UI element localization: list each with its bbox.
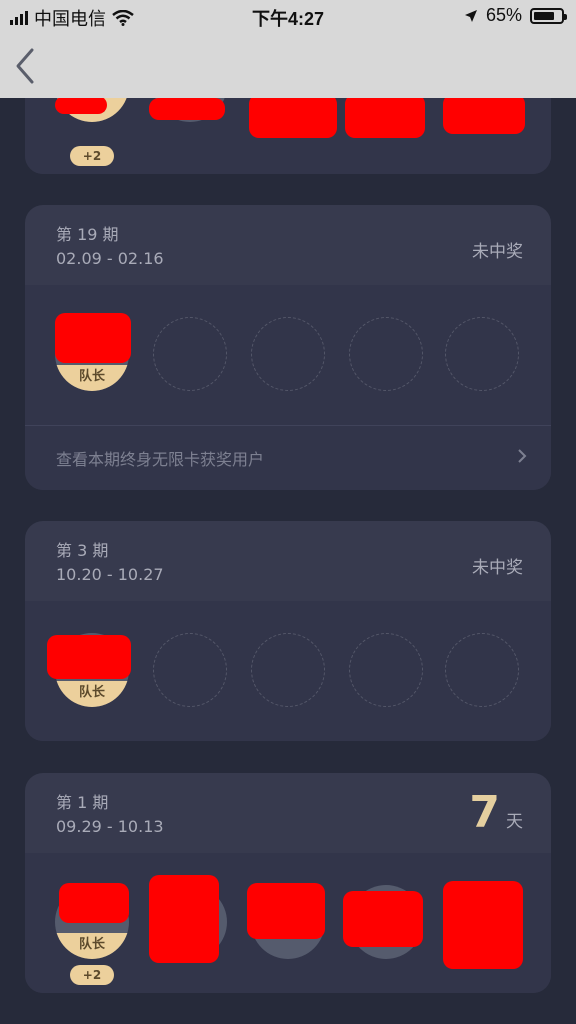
period-dates: 02.09 - 02.16: [56, 249, 164, 268]
empty-slot[interactable]: [251, 633, 325, 707]
empty-slot[interactable]: [445, 317, 519, 391]
period-label: 第 3 期: [56, 541, 109, 560]
team-avatars: 队长: [25, 601, 551, 741]
period-label: 第 19 期: [56, 225, 119, 244]
nav-bar: [0, 32, 576, 98]
winners-link[interactable]: 查看本期终身无限卡获奖用户: [25, 425, 551, 490]
empty-slot[interactable]: [251, 317, 325, 391]
period-card: 第 3 期 10.20 - 10.27 未中奖 队长: [25, 521, 551, 741]
team-avatars: 队长: [25, 285, 551, 425]
period-card: 第 1 期 09.29 - 10.13 7天 队长 +2: [25, 773, 551, 993]
chevron-right-icon: [518, 449, 527, 463]
result-status: 未中奖: [472, 242, 523, 262]
status-right: 65%: [464, 5, 567, 26]
back-button[interactable]: [12, 46, 40, 86]
extra-members-badge: +2: [70, 965, 114, 985]
leader-badge: 队长: [55, 933, 129, 959]
status-bar: 中国电信 下午4:27 65%: [0, 0, 576, 32]
empty-slot[interactable]: [349, 317, 423, 391]
period-card: 第 19 期 02.09 - 02.16 未中奖 队长 查看本期终身无限卡获奖用…: [25, 205, 551, 490]
empty-slot[interactable]: [153, 317, 227, 391]
empty-slot[interactable]: [349, 633, 423, 707]
result-status: 未中奖: [472, 558, 523, 578]
team-avatars: 队长 +2: [25, 853, 551, 993]
battery-percent: 65%: [485, 5, 522, 25]
card-header: 第 1 期 09.29 - 10.13 7天: [25, 773, 551, 853]
days-unit: 天: [506, 812, 523, 832]
period-dates: 10.20 - 10.27: [56, 565, 164, 584]
period-dates: 09.29 - 10.13: [56, 817, 164, 836]
leader-badge: 队长: [55, 681, 129, 707]
card-header: 第 3 期 10.20 - 10.27 未中奖: [25, 521, 551, 601]
days-number: 7: [469, 787, 500, 838]
days-remaining: 7天: [469, 787, 523, 838]
empty-slot[interactable]: [153, 633, 227, 707]
winners-link-label: 查看本期终身无限卡获奖用户: [56, 450, 265, 469]
card-header: 第 19 期 02.09 - 02.16 未中奖: [25, 205, 551, 285]
empty-slot[interactable]: [445, 633, 519, 707]
battery-icon: [530, 7, 567, 24]
period-label: 第 1 期: [56, 793, 109, 812]
location-arrow-icon: [464, 9, 477, 22]
extra-members-badge: +2: [70, 146, 114, 166]
leader-badge: 队长: [55, 365, 129, 391]
